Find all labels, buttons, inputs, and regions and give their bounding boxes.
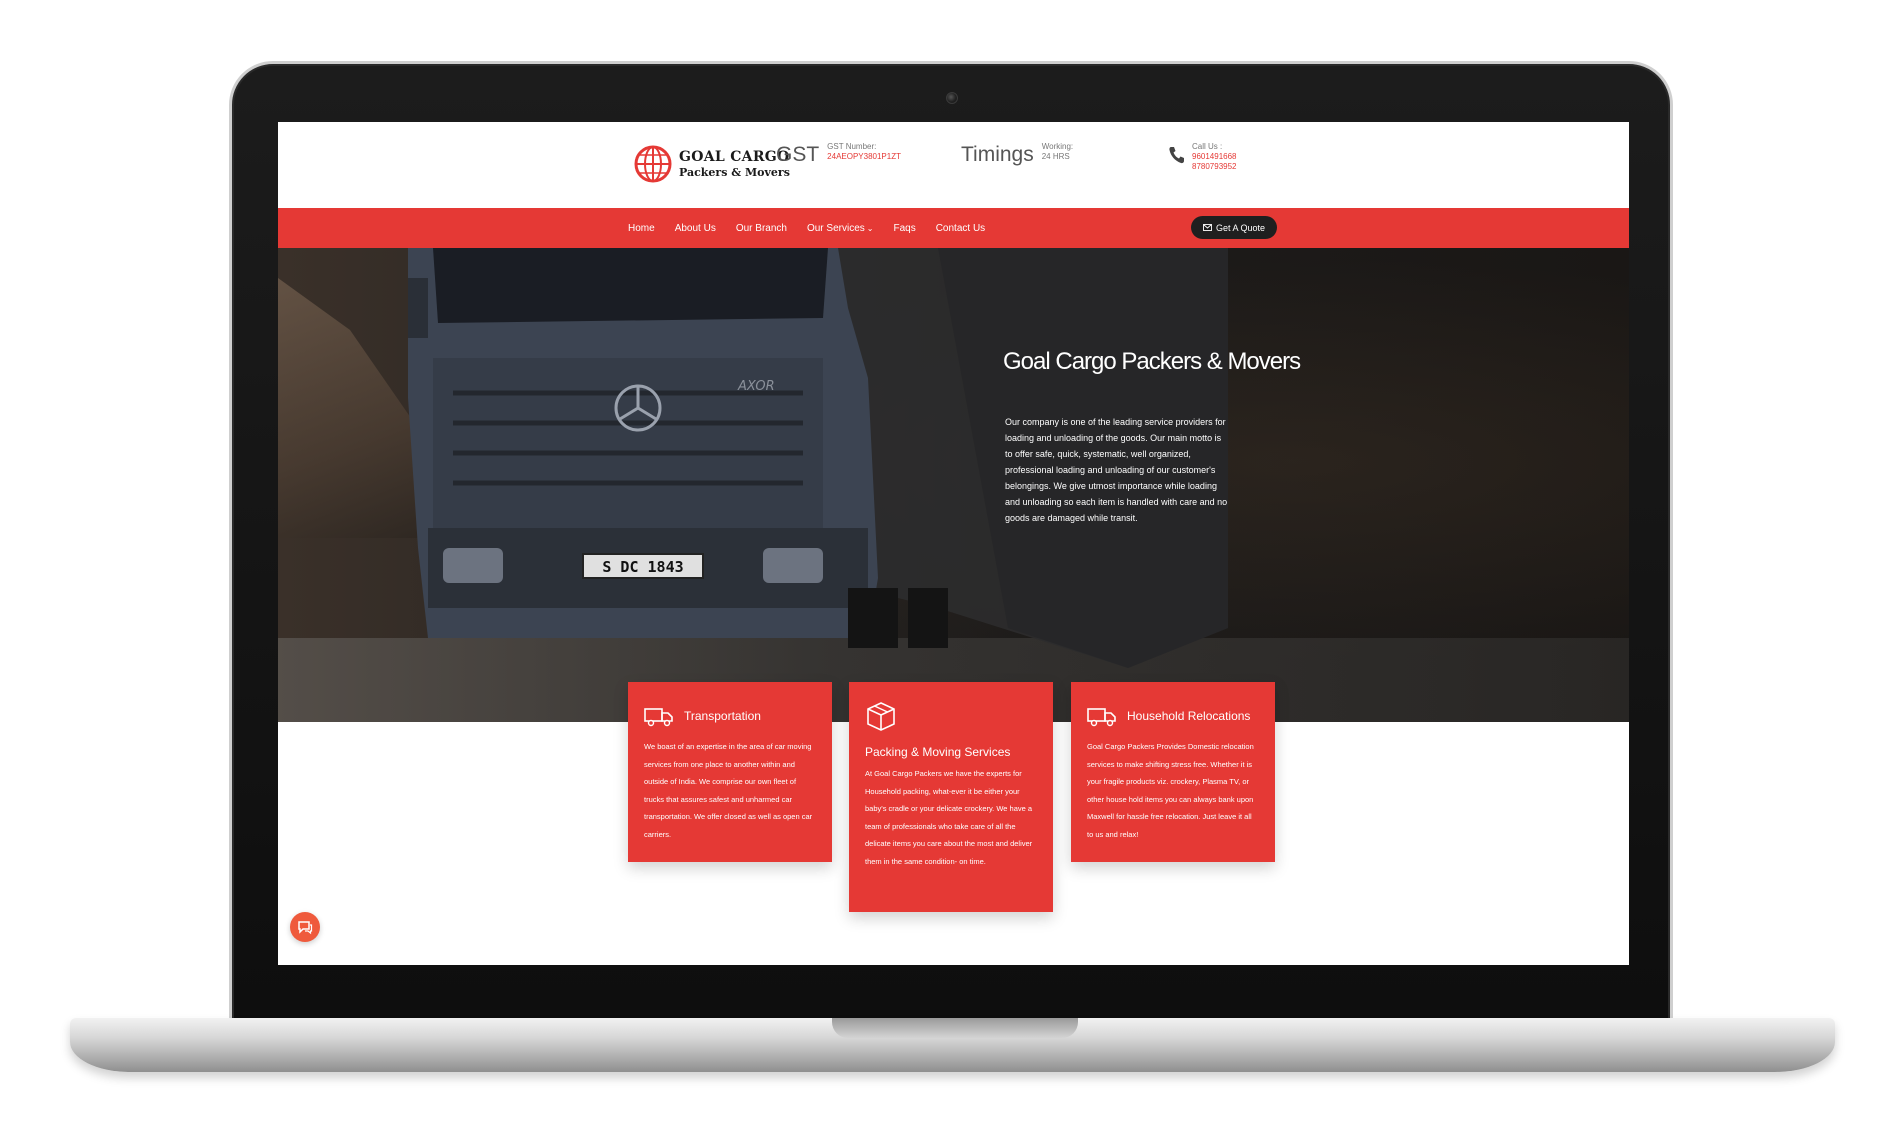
truck-icon [644,704,674,728]
service-card-household-relocations[interactable]: Household Relocations Goal Cargo Packers… [1071,682,1275,862]
timings-heading: Timings [961,144,1034,165]
service-card-transportation[interactable]: Transportation We boast of an expertise … [628,682,832,862]
box-icon [865,700,897,732]
get-a-quote-button[interactable]: Get A Quote [1191,216,1277,239]
nav-menu: Home About Us Our Branch Our Services⌄ F… [628,208,1005,248]
gst-label: GST Number: [827,142,901,152]
license-plate-text: S DC 1843 [602,558,683,576]
nav-our-services-label: Our Services [807,223,865,234]
card-text: We boast of an expertise in the area of … [644,738,816,843]
card-text: Goal Cargo Packers Provides Domestic rel… [1087,738,1259,843]
top-header: GOAL CARGO Packers & Movers GST GST Numb… [278,122,1629,208]
hero-title: Goal Cargo Packers & Movers [1003,348,1300,376]
phone-icon [1168,146,1184,164]
gst-heading: GST [776,144,819,165]
website-screen: GOAL CARGO Packers & Movers GST GST Numb… [278,122,1629,965]
logo-title: GOAL CARGO [679,150,790,164]
hero-banner: AXOR S DC 1843 Goal Cargo Packers & Move… [278,248,1629,722]
chat-icon [297,919,313,935]
webcam-icon [946,92,958,104]
service-card-packing-moving[interactable]: Packing & Moving Services At Goal Cargo … [849,682,1053,912]
card-text: At Goal Cargo Packers we have the expert… [865,765,1037,870]
main-navbar: Home About Us Our Branch Our Services⌄ F… [278,208,1629,248]
truck-model-text: AXOR [737,379,775,394]
card-title: Transportation [684,709,761,723]
get-a-quote-label: Get A Quote [1216,223,1265,233]
gst-number: 24AEOPY3801P1ZT [827,152,901,162]
hero-description: Our company is one of the leading servic… [1005,414,1230,526]
card-title: Packing & Moving Services [865,745,1037,759]
envelope-icon [1203,224,1212,231]
call-info: Call Us : 9601491668 8780793952 [1168,144,1237,172]
timings-label: Working: [1042,142,1073,152]
nav-our-branch[interactable]: Our Branch [736,223,787,234]
chat-button[interactable] [290,912,320,942]
logo-subtitle: Packers & Movers [679,167,790,178]
nav-our-services[interactable]: Our Services⌄ [807,223,874,234]
nav-about-us[interactable]: About Us [675,223,716,234]
phone-number-2[interactable]: 8780793952 [1192,162,1237,172]
nav-faqs[interactable]: Faqs [893,223,915,234]
timings-info: Timings Working: 24 HRS [961,144,1073,165]
phone-number-1[interactable]: 9601491668 [1192,152,1237,162]
laptop-notch [832,1018,1078,1038]
card-title: Household Relocations [1127,709,1250,723]
nav-contact-us[interactable]: Contact Us [936,223,985,234]
call-label: Call Us : [1192,142,1237,152]
timings-value: 24 HRS [1042,152,1073,162]
truck-icon [1087,704,1117,728]
logo[interactable]: GOAL CARGO Packers & Movers [633,142,790,186]
chevron-down-icon: ⌄ [867,224,874,233]
nav-home[interactable]: Home [628,223,655,234]
globe-logo-icon [633,142,673,186]
gst-info: GST GST Number: 24AEOPY3801P1ZT [776,144,901,165]
